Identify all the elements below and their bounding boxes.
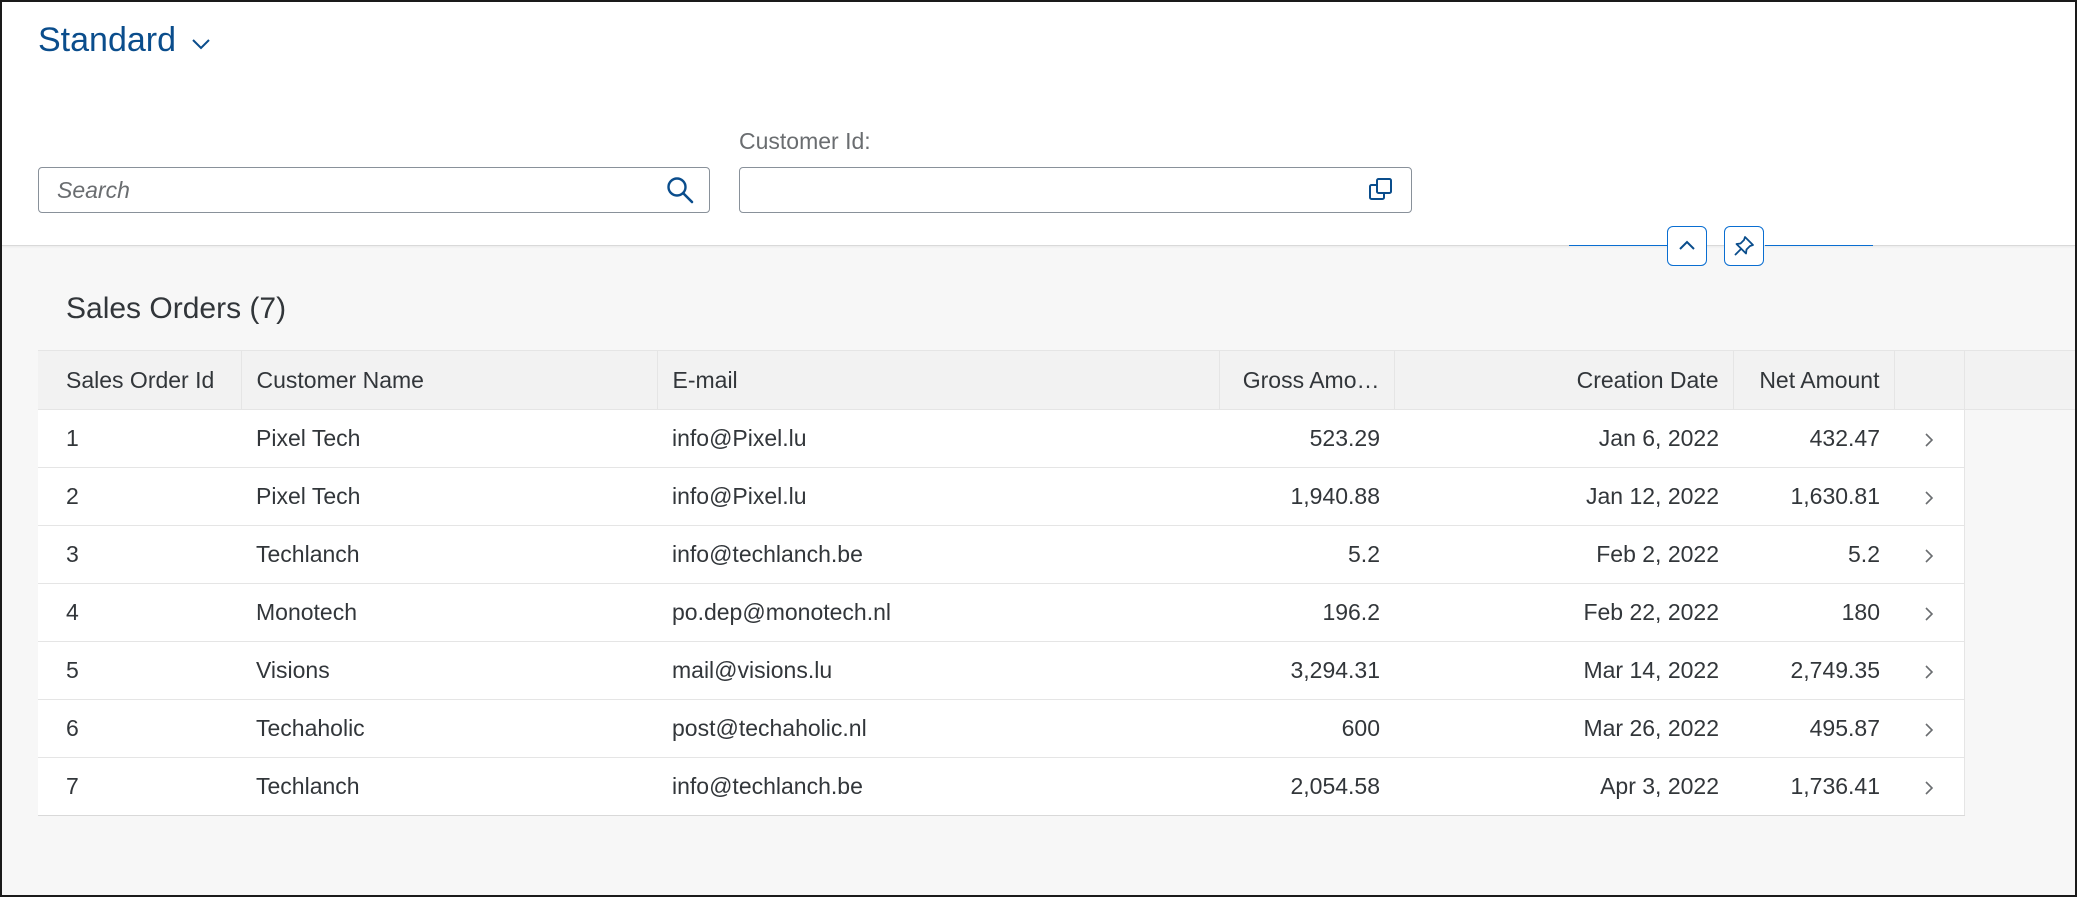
search-field[interactable] [38,167,710,213]
column-header-customer-name[interactable]: Customer Name [241,350,658,410]
cell-gross-amount: 1,940.88 [1219,467,1394,526]
cell-gross-amount: 2,054.58 [1219,757,1394,816]
cell-customer-name: Monotech [241,583,657,642]
customer-id-field[interactable] [739,167,1412,213]
row-navigation[interactable] [1894,467,1964,526]
search-icon[interactable] [665,175,695,205]
cell-net-amount: 180 [1733,583,1894,642]
value-help-icon[interactable] [1367,176,1395,204]
cell-net-amount: 432.47 [1733,409,1894,468]
cell-gross-amount: 196.2 [1219,583,1394,642]
cell-sales-order-id: 4 [38,583,241,642]
app-window: Standard Customer Id: [0,0,2077,897]
cell-sales-order-id: 5 [38,641,241,700]
cell-email: info@techlanch.be [657,757,1219,816]
row-filler [1963,525,2075,584]
table-title: Sales Orders (7) [66,292,287,325]
row-filler [1963,641,2075,700]
chevron-right-icon [1925,433,1933,447]
cell-email: mail@visions.lu [657,641,1219,700]
cell-email: info@Pixel.lu [657,467,1219,526]
row-navigation[interactable] [1894,409,1964,468]
row-filler [1963,583,2075,642]
cell-net-amount: 5.2 [1733,525,1894,584]
variant-title: Standard [38,21,176,59]
row-navigation[interactable] [1894,641,1964,700]
cell-net-amount: 1,630.81 [1733,467,1894,526]
table-row[interactable]: 3 Techlanch info@techlanch.be 5.2 Feb 2,… [38,525,2075,584]
cell-gross-amount: 600 [1219,699,1394,758]
cell-creation-date: Jan 12, 2022 [1394,467,1733,526]
cell-net-amount: 1,736.41 [1733,757,1894,816]
cell-email: info@techlanch.be [657,525,1219,584]
chevron-right-icon [1925,607,1933,621]
chevron-right-icon [1925,723,1933,737]
cell-email: info@Pixel.lu [657,409,1219,468]
row-navigation[interactable] [1894,699,1964,758]
cell-gross-amount: 523.29 [1219,409,1394,468]
customer-id-label: Customer Id: [739,128,871,154]
header-divider-left [1569,245,1668,246]
cell-sales-order-id: 3 [38,525,241,584]
pin-header-button[interactable] [1724,226,1764,266]
cell-sales-order-id: 6 [38,699,241,758]
cell-creation-date: Apr 3, 2022 [1394,757,1733,816]
table-row[interactable]: 4 Monotech po.dep@monotech.nl 196.2 Feb … [38,583,2075,642]
chevron-right-icon [1925,549,1933,563]
cell-customer-name: Techlanch [241,757,657,816]
cell-net-amount: 495.87 [1733,699,1894,758]
table-row[interactable]: 5 Visions mail@visions.lu 3,294.31 Mar 1… [38,641,2075,700]
column-header-sales-order-id[interactable]: Sales Order Id [38,350,242,410]
cell-creation-date: Jan 6, 2022 [1394,409,1733,468]
cell-gross-amount: 5.2 [1219,525,1394,584]
cell-customer-name: Visions [241,641,657,700]
cell-email: post@techaholic.nl [657,699,1219,758]
cell-customer-name: Techlanch [241,525,657,584]
column-header-filler [1964,350,2075,410]
filter-header: Standard Customer Id: [2,2,2075,246]
row-filler [1963,699,2075,758]
chevron-down-icon [192,39,210,50]
cell-net-amount: 2,749.35 [1733,641,1894,700]
chevron-right-icon [1925,491,1933,505]
variant-selector[interactable]: Standard [38,20,212,60]
column-header-navigation [1894,350,1965,410]
cell-customer-name: Pixel Tech [241,467,657,526]
search-input[interactable] [39,169,665,211]
cell-gross-amount: 3,294.31 [1219,641,1394,700]
header-divider-right [1765,245,1873,246]
row-filler [1963,757,2075,816]
table-row[interactable]: 2 Pixel Tech info@Pixel.lu 1,940.88 Jan … [38,467,2075,526]
cell-creation-date: Feb 2, 2022 [1394,525,1733,584]
cell-creation-date: Mar 26, 2022 [1394,699,1733,758]
column-header-gross-amount[interactable]: Gross Amo… [1219,350,1395,410]
table-row[interactable]: 6 Techaholic post@techaholic.nl 600 Mar … [38,699,2075,758]
chevron-up-icon [1679,240,1695,250]
pin-icon [1734,236,1754,256]
chevron-right-icon [1925,781,1933,795]
cell-sales-order-id: 1 [38,409,241,468]
sales-orders-table: Sales Order Id Customer Name E-mail Gros… [38,350,2075,816]
row-navigation[interactable] [1894,757,1964,816]
cell-sales-order-id: 2 [38,467,241,526]
column-header-email[interactable]: E-mail [657,350,1220,410]
cell-creation-date: Feb 22, 2022 [1394,583,1733,642]
cell-sales-order-id: 7 [38,757,241,816]
row-filler [1963,409,2075,468]
collapse-header-button[interactable] [1667,226,1707,266]
cell-customer-name: Pixel Tech [241,409,657,468]
cell-email: po.dep@monotech.nl [657,583,1219,642]
chevron-right-icon [1925,665,1933,679]
customer-id-input[interactable] [740,169,1367,211]
row-navigation[interactable] [1894,525,1964,584]
table-row[interactable]: 7 Techlanch info@techlanch.be 2,054.58 A… [38,757,2075,816]
table-header-row: Sales Order Id Customer Name E-mail Gros… [38,350,2075,410]
cell-creation-date: Mar 14, 2022 [1394,641,1733,700]
column-header-net-amount[interactable]: Net Amount [1733,350,1895,410]
row-navigation[interactable] [1894,583,1964,642]
row-filler [1963,467,2075,526]
table-row[interactable]: 1 Pixel Tech info@Pixel.lu 523.29 Jan 6,… [38,409,2075,468]
column-header-creation-date[interactable]: Creation Date [1394,350,1734,410]
cell-customer-name: Techaholic [241,699,657,758]
